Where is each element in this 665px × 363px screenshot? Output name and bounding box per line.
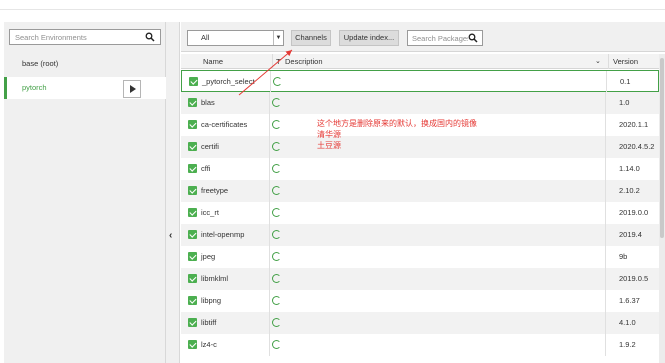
top-strip [0,0,665,10]
status-circle-icon [272,318,281,327]
installed-checkbox[interactable] [188,120,197,129]
package-version: 1.14.0 [619,164,640,173]
packages-table-header: Name T Description ⌄ Version [181,54,665,69]
package-version: 9b [619,252,628,261]
status-circle-icon [273,77,282,86]
status-circle-icon [272,252,281,261]
column-header-version[interactable]: Version [608,54,665,69]
annotation-line-2: 清华源 [317,130,341,139]
table-row[interactable]: freetype 2.10.2 [181,180,659,202]
package-name: jpeg [201,252,216,261]
installed-checkbox[interactable] [188,230,197,239]
installed-checkbox[interactable] [188,142,197,151]
status-circle-icon [272,274,281,283]
environments-panel: base (root) pytorch [4,22,166,363]
table-row[interactable]: libtiff 4.1.0 [181,312,659,334]
environment-item-pytorch[interactable]: pytorch [4,77,166,99]
installed-checkbox[interactable] [188,208,197,217]
table-row[interactable]: cffi 1.14.0 [181,158,659,180]
packages-toolbar: All ▼ Channels Update index... [181,22,665,52]
package-version: 2.10.2 [619,186,640,195]
installed-checkbox[interactable] [188,164,197,173]
package-version: 2019.4 [619,230,642,239]
package-version: 2019.0.0 [619,208,649,217]
column-header-type[interactable]: T [272,54,281,69]
packages-table-body: _pytorch_select 0.1 blas 1.0 ca-certific… [181,70,659,363]
package-name: blas [201,98,215,107]
package-version: 0.1 [620,77,631,86]
package-name: libtiff [201,318,217,327]
package-version: 2020.4.5.2 [619,142,655,151]
installed-checkbox[interactable] [188,296,197,305]
red-annotation-text: 这个地方是删除原来的默认，换成国内的镜像 清华源 土豆源 [317,118,477,151]
table-row[interactable]: libmklml 2019.0.5 [181,268,659,290]
package-name: _pytorch_select [202,77,255,86]
package-search-box[interactable] [407,30,483,46]
environment-item-base[interactable]: base (root) [4,53,166,75]
installed-checkbox[interactable] [188,340,197,349]
table-row[interactable]: intel-openmp 2019.4 [181,224,659,246]
channels-button[interactable]: Channels [291,30,331,46]
package-name: certifi [201,142,219,151]
annotation-line-3: 土豆源 [317,141,341,150]
table-row[interactable]: icc_rt 2019.0.0 [181,202,659,224]
package-search-input[interactable] [408,31,468,45]
package-name: ca-certificates [201,120,248,129]
annotation-line-1: 这个地方是删除原来的默认，换成国内的镜像 [317,119,477,128]
package-name: libmklml [201,274,229,283]
update-index-button[interactable]: Update index... [339,30,399,46]
installed-checkbox[interactable] [188,318,197,327]
status-circle-icon [272,164,281,173]
package-name: libpng [201,296,222,305]
package-name: intel-openmp [201,230,245,239]
installed-checkbox[interactable] [188,274,197,283]
table-row[interactable]: blas 1.0 [181,92,659,114]
installed-checkbox[interactable] [189,77,198,86]
chevron-left-icon[interactable]: ‹ [169,230,172,241]
package-version: 1.9.2 [619,340,636,349]
package-name: cffi [201,164,211,173]
environment-search-input[interactable] [10,30,140,44]
package-filter-value: All [201,33,210,42]
column-header-description[interactable]: Description [285,54,323,69]
table-row[interactable]: jpeg 9b [181,246,659,268]
package-version: 1.0 [619,98,630,107]
collapse-panel-toggle[interactable]: ‹ [166,22,180,363]
table-row[interactable]: _pytorch_select 0.1 [181,70,659,93]
table-row[interactable]: libpng 1.6.37 [181,290,659,312]
table-row[interactable]: lz4-c 1.9.2 [181,334,659,356]
package-version: 4.1.0 [619,318,636,327]
column-header-name[interactable]: Name [203,54,223,69]
package-name: lz4-c [201,340,217,349]
status-circle-icon [272,296,281,305]
package-name: freetype [201,186,229,195]
status-circle-icon [272,208,281,217]
play-icon[interactable] [123,80,141,98]
status-circle-icon [272,340,281,349]
table-scrollbar[interactable] [659,54,665,363]
installed-checkbox[interactable] [188,252,197,261]
search-icon[interactable] [145,32,155,42]
status-circle-icon [272,186,281,195]
package-name: icc_rt [201,208,219,217]
installed-checkbox[interactable] [188,98,197,107]
status-circle-icon [272,230,281,239]
package-version: 1.6.37 [619,296,640,305]
status-circle-icon [272,142,281,151]
package-version: 2020.1.1 [619,120,649,129]
chevron-down-icon[interactable]: ⌄ [595,54,601,69]
chevron-down-icon[interactable]: ▼ [273,31,283,45]
status-circle-icon [272,120,281,129]
scrollbar-thumb[interactable] [660,58,664,238]
environment-search-box[interactable] [9,29,161,45]
status-circle-icon [272,98,281,107]
package-version: 2019.0.5 [619,274,649,283]
search-icon[interactable] [468,33,478,43]
package-filter-select[interactable]: All ▼ [187,30,284,46]
installed-checkbox[interactable] [188,186,197,195]
